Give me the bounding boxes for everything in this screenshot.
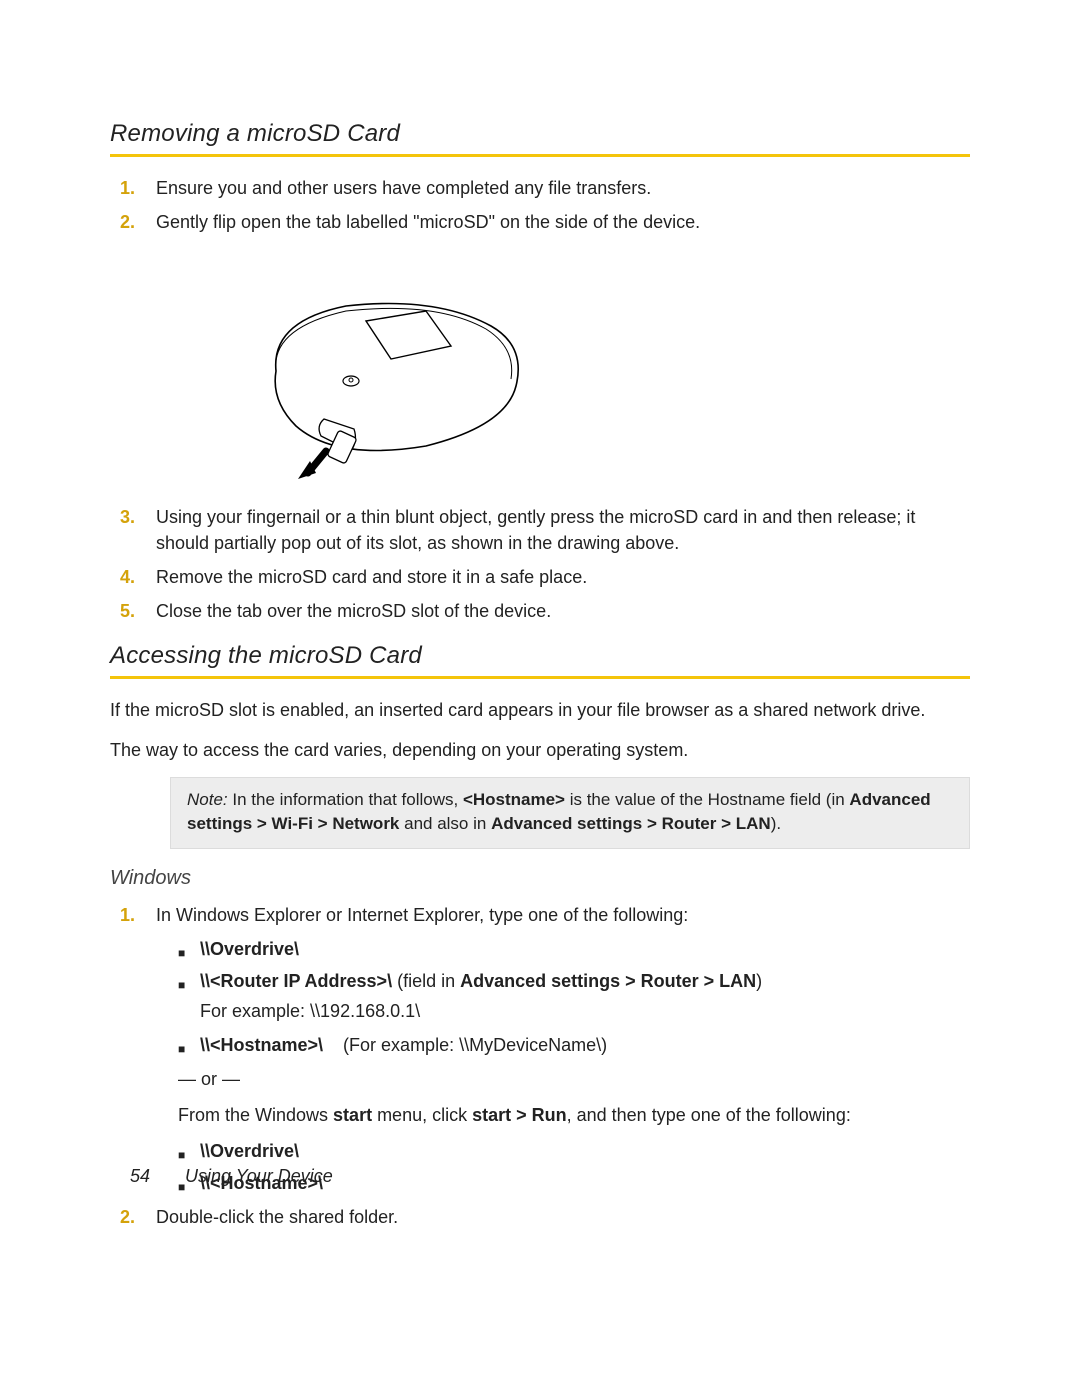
run-mid: menu, click <box>372 1105 472 1125</box>
section-1-steps: Ensure you and other users have complete… <box>110 175 970 624</box>
note-text-3: and also in <box>399 814 491 833</box>
bullet-router-mid: (field in <box>392 971 460 991</box>
device-diagram <box>216 251 970 488</box>
run-line: From the Windows start menu, click start… <box>178 1102 970 1128</box>
windows-step-1-text: In Windows Explorer or Internet Explorer… <box>156 905 688 925</box>
note-path-2: Advanced settings > Router > LAN <box>491 814 771 833</box>
run-click: start > Run <box>472 1105 567 1125</box>
page-number: 54 <box>130 1166 180 1187</box>
bullet-router-path: Advanced settings > Router > LAN <box>460 971 756 991</box>
bullet-router-end: ) <box>756 971 762 991</box>
bullet-hostname-pre: \\<Hostname>\ <box>200 1035 323 1055</box>
note-label: Note: <box>187 790 228 809</box>
bullet-router-pre: \\<Router IP Address>\ <box>200 971 392 991</box>
note-text-4: ). <box>771 814 781 833</box>
note-text-1: In the information that follows, <box>228 790 463 809</box>
step-2: Gently flip open the tab labelled "micro… <box>156 209 970 488</box>
windows-bullets-1: \\Overdrive\ \\<Router IP Address>\ (fie… <box>178 936 970 1058</box>
or-line: — or — <box>178 1066 970 1092</box>
step-5: Close the tab over the microSD slot of t… <box>156 598 970 624</box>
section-2-intro-1: If the microSD slot is enabled, an inser… <box>110 697 970 723</box>
router-example: For example: \\192.168.0.1\ <box>200 998 970 1024</box>
section-1-rule <box>110 154 970 157</box>
step-2-text: Gently flip open the tab labelled "micro… <box>156 212 700 232</box>
page-footer: 54 Using Your Device <box>130 1166 333 1187</box>
step-3: Using your fingernail or a thin blunt ob… <box>156 504 970 556</box>
section-2-rule <box>110 676 970 679</box>
bullet-router: \\<Router IP Address>\ (field in Advance… <box>178 968 970 1024</box>
section-2-intro-2: The way to access the card varies, depen… <box>110 737 970 763</box>
bullet-hostname-1: \\<Hostname>\ (For example: \\MyDeviceNa… <box>178 1032 970 1058</box>
windows-heading: Windows <box>110 867 970 890</box>
note-text-2: is the value of the Hostname field (in <box>565 790 849 809</box>
chapter-name: Using Your Device <box>185 1166 333 1186</box>
windows-step-2: Double-click the shared folder. <box>156 1204 970 1230</box>
windows-step-1: In Windows Explorer or Internet Explorer… <box>156 902 970 1196</box>
step-1: Ensure you and other users have complete… <box>156 175 970 201</box>
step-4: Remove the microSD card and store it in … <box>156 564 970 590</box>
bullet-overdrive-1-text: \\Overdrive\ <box>200 939 299 959</box>
bullet-overdrive-2: \\Overdrive\ <box>178 1138 970 1164</box>
run-rest: , and then type one of the following: <box>567 1105 851 1125</box>
section-2-title: Accessing the microSD Card <box>110 642 970 670</box>
run-pre: From the Windows <box>178 1105 333 1125</box>
note-box: Note: In the information that follows, <… <box>170 777 970 849</box>
note-hostname: <Hostname> <box>463 790 565 809</box>
section-1-title: Removing a microSD Card <box>110 120 970 148</box>
bullet-hostname-example: (For example: \\MyDeviceName\) <box>323 1035 607 1055</box>
bullet-overdrive-2-text: \\Overdrive\ <box>200 1141 299 1161</box>
run-start: start <box>333 1105 372 1125</box>
bullet-overdrive-1: \\Overdrive\ <box>178 936 970 962</box>
